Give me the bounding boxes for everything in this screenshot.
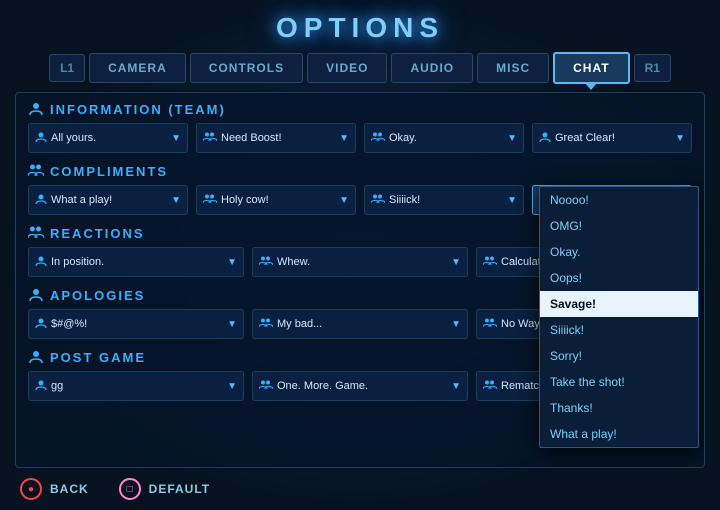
popup-item-0[interactable]: Noooo!: [540, 187, 698, 213]
section-information: INFORMATION (TEAM) All yours. ▼ Need Boo…: [28, 101, 692, 153]
post-dropdown-1[interactable]: gg ▼: [28, 371, 244, 401]
double-icon: [371, 193, 385, 208]
comp-value-1: What a play!: [51, 194, 171, 206]
info-dropdown-3[interactable]: Okay. ▼: [364, 123, 524, 153]
dropdown-arrow: ▼: [675, 133, 685, 144]
default-button[interactable]: □ DEFAULT: [119, 478, 210, 500]
react-dropdown-2[interactable]: Whew. ▼: [252, 247, 468, 277]
double-icon: [203, 193, 217, 208]
info-dropdown-4[interactable]: Great Clear! ▼: [532, 123, 692, 153]
info-value-3: Okay.: [389, 132, 507, 144]
main-content: OPTIONS L1 CAMERA CONTROLS VIDEO AUDIO M…: [0, 0, 720, 510]
double-icon: [483, 379, 497, 394]
info-dropdown-1[interactable]: All yours. ▼: [28, 123, 188, 153]
tabs-bar: L1 CAMERA CONTROLS VIDEO AUDIO MISC CHAT…: [0, 52, 720, 92]
dropdown-arrow: ▼: [451, 381, 461, 392]
tab-chat[interactable]: CHAT: [553, 52, 629, 84]
person-icon: [28, 349, 44, 365]
default-label: DEFAULT: [149, 482, 210, 496]
info-value-1: All yours.: [51, 132, 171, 144]
dropdown-arrow: ▼: [339, 195, 349, 206]
tab-r1[interactable]: R1: [634, 54, 671, 82]
popup-item-6[interactable]: Sorry!: [540, 343, 698, 369]
popup-item-8[interactable]: Thanks!: [540, 395, 698, 421]
dropdown-arrow: ▼: [227, 381, 237, 392]
dropdown-arrow: ▼: [507, 133, 517, 144]
dropdown-arrow: ▼: [451, 319, 461, 330]
double-person-icon: [28, 225, 44, 241]
dropdown-arrow: ▼: [227, 257, 237, 268]
post-value-2: One. More. Game.: [277, 380, 451, 392]
options-panel: INFORMATION (TEAM) All yours. ▼ Need Boo…: [15, 92, 705, 468]
comp-dropdown-2[interactable]: Holy cow! ▼: [196, 185, 356, 215]
comp-dropdown-4[interactable]: Savage! ▼ Noooo! OMG! Okay. Oops! Savage…: [532, 185, 692, 215]
dropdown-popup: Noooo! OMG! Okay. Oops! Savage! Siiiick!…: [539, 186, 699, 448]
compliments-dropdowns: What a play! ▼ Holy cow! ▼ Siiiick! ▼: [28, 185, 692, 215]
person-icon: [28, 101, 44, 117]
popup-item-7[interactable]: Take the shot!: [540, 369, 698, 395]
tab-misc[interactable]: MISC: [477, 53, 549, 83]
person-icon-sm: [539, 131, 551, 146]
popup-item-5[interactable]: Siiiick!: [540, 317, 698, 343]
react-value-1: In position.: [51, 256, 227, 268]
dropdown-arrow: ▼: [339, 133, 349, 144]
section-compliments: COMPLIMENTS What a play! ▼ Holy cow! ▼: [28, 163, 692, 215]
comp-dropdown-1[interactable]: What a play! ▼: [28, 185, 188, 215]
double-icon: [483, 255, 497, 270]
dropdown-arrow: ▼: [227, 319, 237, 330]
back-icon: ●: [20, 478, 42, 500]
apol-dropdown-1[interactable]: $#@%! ▼: [28, 309, 244, 339]
person-icon-sm: [35, 131, 47, 146]
apol-value-1: $#@%!: [51, 318, 227, 330]
dropdown-arrow: ▼: [171, 133, 181, 144]
page-title: OPTIONS: [0, 0, 720, 52]
apol-value-2: My bad...: [277, 318, 451, 330]
popup-item-1[interactable]: OMG!: [540, 213, 698, 239]
comp-dropdown-3[interactable]: Siiiick! ▼: [364, 185, 524, 215]
apol-dropdown-2[interactable]: My bad... ▼: [252, 309, 468, 339]
react-dropdown-1[interactable]: In position. ▼: [28, 247, 244, 277]
info-value-4: Great Clear!: [555, 132, 675, 144]
double-person-icon: [28, 163, 44, 179]
double-icon: [203, 131, 217, 146]
footer-bar: ● BACK □ DEFAULT: [0, 468, 720, 510]
tab-controls[interactable]: CONTROLS: [190, 53, 303, 83]
person-icon: [28, 287, 44, 303]
react-value-2: Whew.: [277, 256, 451, 268]
person-icon-sm: [35, 193, 47, 208]
double-icon: [259, 379, 273, 394]
information-dropdowns: All yours. ▼ Need Boost! ▼ Okay. ▼: [28, 123, 692, 153]
comp-value-2: Holy cow!: [221, 194, 339, 206]
double-icon: [259, 255, 273, 270]
tab-l1[interactable]: L1: [49, 54, 85, 82]
popup-item-2[interactable]: Okay.: [540, 239, 698, 265]
dropdown-arrow: ▼: [451, 257, 461, 268]
person-icon-sm: [35, 317, 47, 332]
popup-item-4[interactable]: Savage!: [540, 291, 698, 317]
person-icon-sm: [35, 379, 47, 394]
dropdown-arrow: ▼: [507, 195, 517, 206]
double-icon: [259, 317, 273, 332]
comp-value-3: Siiiick!: [389, 194, 507, 206]
person-icon-sm: [35, 255, 47, 270]
info-value-2: Need Boost!: [221, 132, 339, 144]
double-icon: [371, 131, 385, 146]
tab-video[interactable]: VIDEO: [307, 53, 387, 83]
popup-item-3[interactable]: Oops!: [540, 265, 698, 291]
popup-item-9[interactable]: What a play!: [540, 421, 698, 447]
back-button[interactable]: ● BACK: [20, 478, 89, 500]
default-icon: □: [119, 478, 141, 500]
section-compliments-title: COMPLIMENTS: [28, 163, 692, 179]
dropdown-arrow: ▼: [171, 195, 181, 206]
tab-audio[interactable]: AUDIO: [391, 53, 473, 83]
info-dropdown-2[interactable]: Need Boost! ▼: [196, 123, 356, 153]
post-dropdown-2[interactable]: One. More. Game. ▼: [252, 371, 468, 401]
post-value-1: gg: [51, 380, 227, 392]
back-label: BACK: [50, 482, 89, 496]
double-icon: [483, 317, 497, 332]
section-information-title: INFORMATION (TEAM): [28, 101, 692, 117]
tab-camera[interactable]: CAMERA: [89, 53, 186, 83]
